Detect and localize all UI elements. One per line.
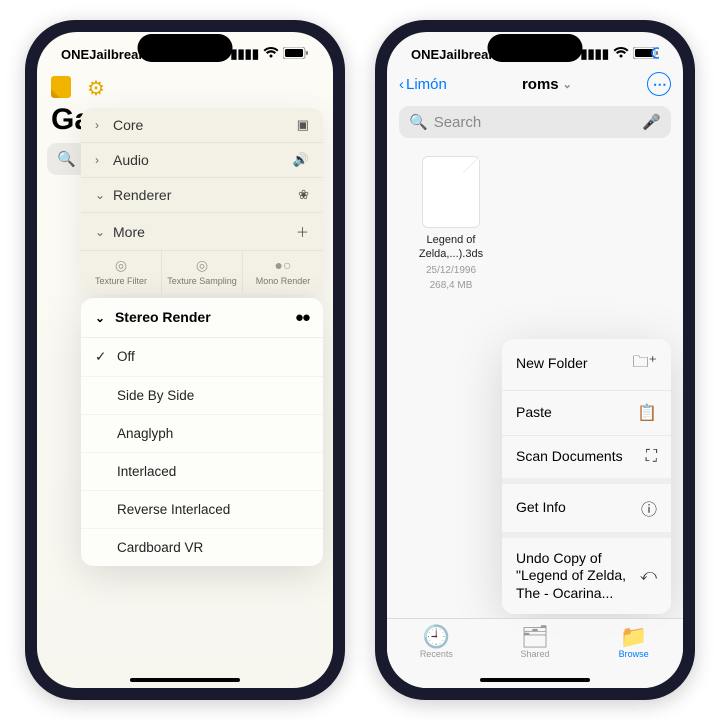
more-button[interactable]: ⋯ <box>647 72 671 96</box>
battery-icon <box>283 47 309 62</box>
menu-renderer[interactable]: ⌄Renderer ❀ <box>81 178 323 213</box>
toggle-texture-sampling[interactable]: ◎Texture Sampling <box>162 251 243 294</box>
status-right: ▮▮▮▮ <box>580 46 659 62</box>
option-off[interactable]: ✓Off <box>81 338 323 377</box>
screen-left: ONEJailbreak ▮▮▮▮ ⚙ Ga 🔍 S ONEJailbreak <box>37 32 333 688</box>
folder-title[interactable]: roms ⌄ <box>522 76 572 93</box>
slider-icon: ◎ <box>164 257 240 274</box>
note-icon[interactable] <box>51 76 71 98</box>
menu-audio[interactable]: ›Audio 🔊 <box>81 143 323 178</box>
battery-icon <box>633 47 659 62</box>
slider-icon: ◎ <box>83 257 159 274</box>
file-date: 25/12/1996 <box>403 264 499 277</box>
back-button[interactable]: ‹ Limón <box>399 76 447 93</box>
wifi-icon <box>263 47 279 62</box>
home-indicator[interactable] <box>480 678 590 682</box>
undo-icon: ⤺ <box>640 567 657 585</box>
dots-icon: ●● <box>295 309 309 326</box>
dynamic-island <box>488 34 583 62</box>
signal-icon: ▮▮▮▮ <box>230 46 259 62</box>
chevron-left-icon: ‹ <box>399 76 404 93</box>
chevron-right-icon: › <box>95 153 105 167</box>
magnify-icon: 🔍 <box>409 113 428 131</box>
toggle-row: ◎Texture Filter ◎Texture Sampling ●○Mono… <box>81 251 323 294</box>
status-right: ▮▮▮▮ <box>230 46 309 62</box>
chevron-right-icon: › <box>95 118 105 132</box>
toggle-texture-filter[interactable]: ◎Texture Filter <box>81 251 162 294</box>
checkmark-icon: ✓ <box>95 349 117 365</box>
nav-bar: ‹ Limón roms ⌄ ⋯ <box>387 66 683 102</box>
mic-icon[interactable]: 🎤 <box>642 113 661 131</box>
file-zelda-3ds[interactable]: Legend of Zelda,...).3ds 25/12/1996 268,… <box>403 156 499 292</box>
chevron-down-icon: ⌄ <box>95 311 105 325</box>
home-indicator[interactable] <box>130 678 240 682</box>
dynamic-island <box>138 34 233 62</box>
content-left: ⚙ Ga 🔍 S ONEJailbreak ›Core ▣ ›Audio 🔊 <box>37 66 333 682</box>
option-reverse-interlaced[interactable]: Reverse Interlaced <box>81 491 323 529</box>
phone-right: ONEJailbreak ▮▮▮▮ ‹ Limón roms ⌄ ⋯ 🔍 Sea… <box>375 20 695 700</box>
ctx-get-info[interactable]: Get Infoⓘ <box>502 484 671 538</box>
dot-icon: ●○ <box>245 257 321 274</box>
clock-icon: 🕘 <box>387 625 486 649</box>
search-placeholder: Search <box>434 114 482 131</box>
chevron-down-icon: ⌄ <box>95 188 105 202</box>
menu-stack: ›Core ▣ ›Audio 🔊 ⌄Renderer ❀ ⌄More ＋ <box>81 108 323 566</box>
flower-icon: ❀ <box>298 187 309 203</box>
search-field[interactable]: 🔍 Search 🎤 <box>399 106 671 138</box>
clipboard-icon: 📋 <box>637 403 657 423</box>
menu-core[interactable]: ›Core ▣ <box>81 108 323 143</box>
folder-icon: 📁 <box>584 625 683 649</box>
ctx-paste[interactable]: Paste📋 <box>502 391 671 436</box>
folder-plus-icon: 🗀⁺ <box>633 351 657 378</box>
plus-icon: ＋ <box>296 222 309 241</box>
chevron-down-icon: ⌄ <box>563 78 572 91</box>
ctx-new-folder[interactable]: New Folder🗀⁺ <box>502 339 671 391</box>
info-icon: ⓘ <box>641 496 657 520</box>
file-name: Legend of Zelda,...).3ds <box>403 234 499 262</box>
option-anaglyph[interactable]: Anaglyph <box>81 415 323 453</box>
stereo-render-submenu: ⌄ Stereo Render ●● ✓Off Side By Side Ana… <box>81 298 323 566</box>
option-interlaced[interactable]: Interlaced <box>81 453 323 491</box>
tab-browse[interactable]: 📁Browse <box>584 625 683 672</box>
context-menu: ONEJailbreak New Folder🗀⁺ Paste📋 Scan Do… <box>502 339 671 615</box>
carrier-label: ONEJailbreak <box>61 47 146 62</box>
file-size: 268,4 MB <box>403 279 499 292</box>
screen-right: ONEJailbreak ▮▮▮▮ ‹ Limón roms ⌄ ⋯ 🔍 Sea… <box>387 32 683 688</box>
shared-folder-icon: 🗂 <box>486 625 585 649</box>
ctx-undo[interactable]: Undo Copy of "Legend of Zelda, The - Oca… <box>502 538 671 615</box>
magnify-icon: 🔍 <box>57 150 76 168</box>
cpu-icon: ▣ <box>297 117 309 133</box>
toggle-mono-render[interactable]: ●○Mono Render <box>243 251 323 294</box>
file-thumbnail <box>422 156 480 228</box>
option-cardboard-vr[interactable]: Cardboard VR <box>81 529 323 566</box>
option-side-by-side[interactable]: Side By Side <box>81 377 323 415</box>
carrier-label: ONEJailbreak <box>411 47 496 62</box>
menu-more[interactable]: ⌄More ＋ <box>81 213 323 251</box>
scan-icon: ⛶ <box>646 448 657 466</box>
file-grid: Legend of Zelda,...).3ds 25/12/1996 268,… <box>387 146 683 302</box>
tab-shared[interactable]: 🗂Shared <box>486 625 585 672</box>
settings-menu: ›Core ▣ ›Audio 🔊 ⌄Renderer ❀ ⌄More ＋ <box>81 108 323 294</box>
tab-recents[interactable]: 🕘Recents <box>387 625 486 672</box>
wifi-icon <box>613 47 629 62</box>
phone-left: ONEJailbreak ▮▮▮▮ ⚙ Ga 🔍 S ONEJailbreak <box>25 20 345 700</box>
header-icons: ⚙ <box>47 72 323 103</box>
signal-icon: ▮▮▮▮ <box>580 46 609 62</box>
ctx-scan[interactable]: Scan Documents⛶ <box>502 436 671 484</box>
submenu-header[interactable]: ⌄ Stereo Render ●● <box>81 298 323 338</box>
speaker-icon: 🔊 <box>293 152 309 168</box>
gear-icon[interactable]: ⚙ <box>87 76 105 101</box>
chevron-down-icon: ⌄ <box>95 225 105 239</box>
